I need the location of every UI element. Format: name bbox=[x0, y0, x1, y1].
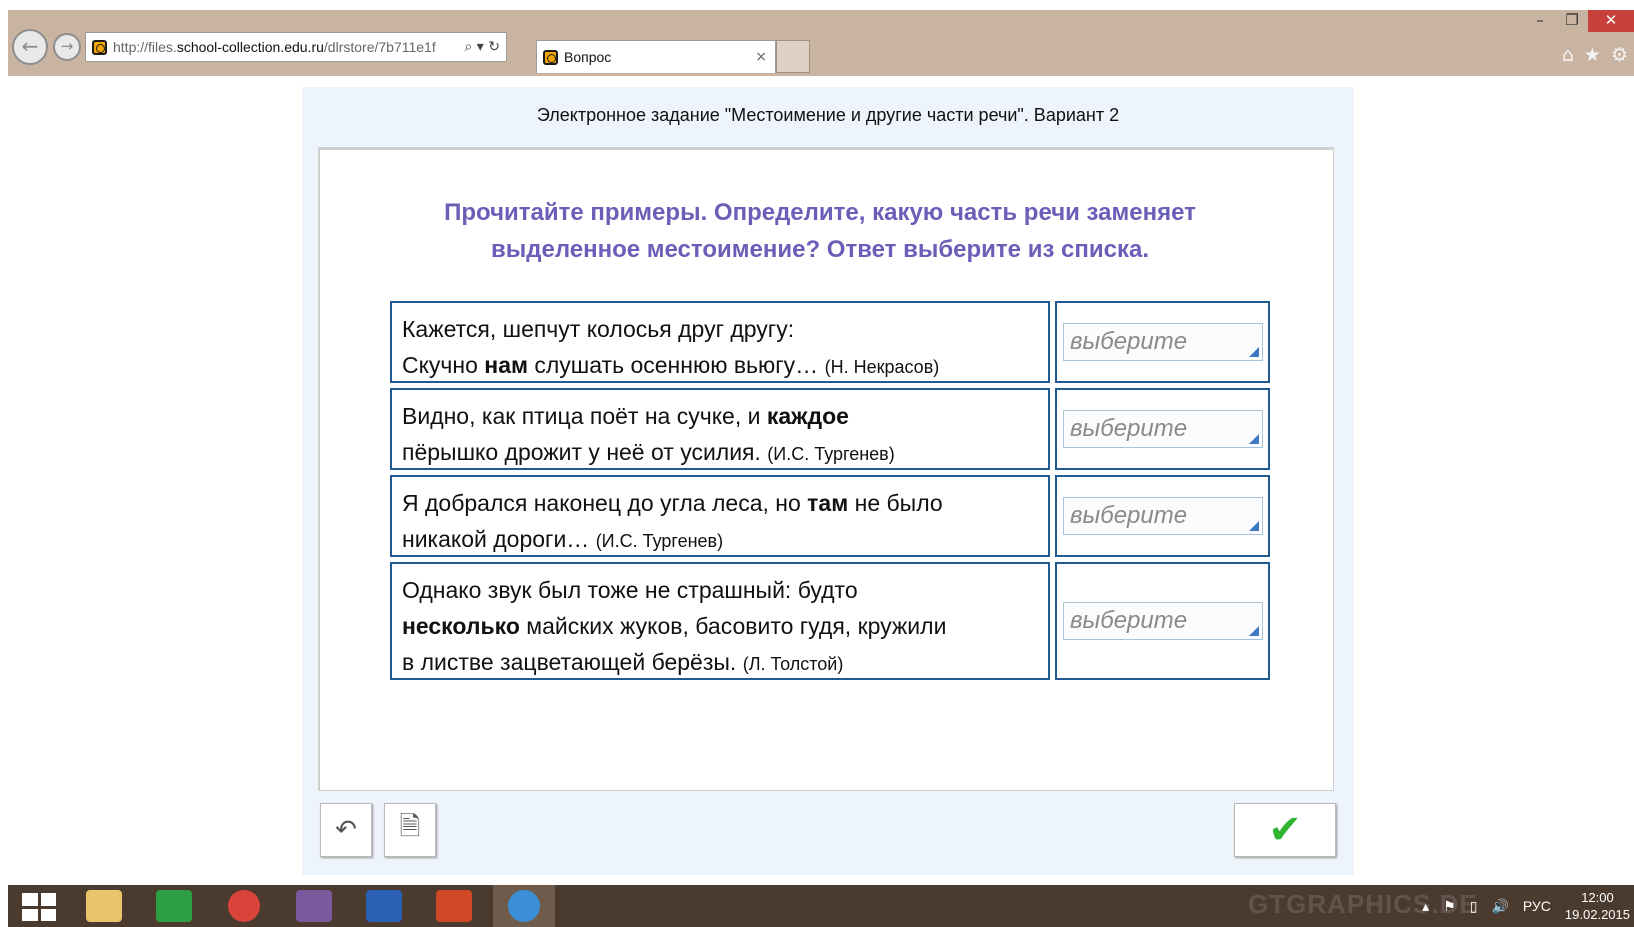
tab-close-icon[interactable]: × bbox=[755, 49, 775, 65]
site-favicon-icon bbox=[92, 39, 107, 55]
restore-icon[interactable]: ❐ bbox=[1556, 10, 1588, 32]
address-url[interactable]: http://files.school-collection.edu.ru/dl… bbox=[113, 39, 459, 55]
example-1-line-1: Кажется, шепчут колосья друг другу: bbox=[402, 316, 795, 342]
tray-arrow-icon[interactable]: ▴ bbox=[1422, 898, 1429, 915]
answer-select-1[interactable]: выберите bbox=[1063, 323, 1263, 361]
window-controls: – ❐ ✕ bbox=[1524, 10, 1634, 34]
gear-icon[interactable]: ⚙ bbox=[1611, 44, 1628, 66]
dropdown-arrow-icon bbox=[1249, 626, 1259, 636]
check-answer-button[interactable]: ✔ bbox=[1234, 803, 1336, 857]
example-2-line-2: пёрышко дрожит у неё от усилия. (И.С. Ту… bbox=[402, 439, 895, 465]
dropdown-arrow-icon bbox=[1249, 434, 1259, 444]
source-attribution: (Л. Толстой) bbox=[742, 654, 844, 674]
battery-signal-icon[interactable]: ▯ bbox=[1470, 898, 1478, 915]
forward-arrow-icon[interactable]: → bbox=[53, 33, 81, 61]
favorites-star-icon[interactable]: ★ bbox=[1584, 44, 1601, 66]
clock-time: 12:00 bbox=[1581, 890, 1614, 905]
chrome-taskbar-icon[interactable] bbox=[213, 885, 275, 927]
highlighted-pronoun: нам bbox=[484, 352, 528, 378]
language-indicator[interactable]: РУС bbox=[1523, 898, 1551, 914]
example-text-3: Я добрался наконец до угла леса, но там … bbox=[390, 475, 1050, 557]
highlighted-pronoun: каждое bbox=[766, 403, 849, 429]
address-bar[interactable]: http://files.school-collection.edu.ru/dl… bbox=[85, 32, 507, 62]
undo-button[interactable]: ↶ bbox=[320, 803, 372, 857]
powerpoint-taskbar-icon[interactable] bbox=[423, 885, 485, 927]
tab-title: Вопрос bbox=[564, 49, 612, 65]
dropdown-arrow-icon bbox=[1249, 521, 1259, 531]
task-frame: Прочитайте примеры. Определите, какую ча… bbox=[318, 147, 1334, 791]
example-text-2: Видно, как птица поёт на сучке, и каждое… bbox=[390, 388, 1050, 470]
winrar-taskbar-icon[interactable] bbox=[283, 885, 345, 927]
windows-start-icon[interactable] bbox=[22, 893, 56, 921]
instruction-line-1: Прочитайте примеры. Определите, какую ча… bbox=[444, 199, 1196, 226]
new-tab-button[interactable] bbox=[776, 40, 810, 73]
home-icon[interactable]: ⌂ bbox=[1562, 44, 1574, 66]
highlighted-pronoun: несколько bbox=[402, 613, 520, 639]
flag-icon[interactable]: ⚑ bbox=[1443, 898, 1456, 915]
back-arrow-icon[interactable]: ← bbox=[12, 29, 48, 65]
browser-tab[interactable]: Вопрос × bbox=[536, 40, 776, 73]
answer-cell-2: выберите bbox=[1055, 388, 1270, 470]
example-4-line-2: несколько майских жуков, басовито гудя, … bbox=[402, 613, 947, 639]
answer-cell-1: выберите bbox=[1055, 301, 1270, 383]
checkmark-icon: ✔ bbox=[1268, 807, 1302, 853]
document-icon: 🗎 bbox=[399, 812, 421, 842]
highlighted-pronoun: там bbox=[807, 490, 849, 516]
answer-select-3[interactable]: выберите bbox=[1063, 497, 1263, 535]
example-3-line-1: Я добрался наконец до угла леса, но там … bbox=[402, 490, 943, 516]
example-text-1: Кажется, шепчут колосья друг другу: Скуч… bbox=[390, 301, 1050, 383]
close-window-icon[interactable]: ✕ bbox=[1588, 10, 1634, 32]
example-3-line-2: никакой дороги… (И.С. Тургенев) bbox=[402, 526, 724, 552]
notes-button[interactable]: 🗎 bbox=[384, 803, 436, 857]
clock[interactable]: 12:00 19.02.2015 bbox=[1565, 889, 1630, 923]
instruction: Прочитайте примеры. Определите, какую ча… bbox=[360, 194, 1280, 268]
source-attribution: (Н. Некрасов) bbox=[824, 357, 940, 377]
store-taskbar-icon[interactable] bbox=[143, 885, 205, 927]
minimize-icon[interactable]: – bbox=[1524, 10, 1556, 32]
taskbar: GTGRAPHICS.DE ▴ ⚑ ▯ 🔊 РУС 12:00 19.02.20… bbox=[8, 885, 1634, 927]
dropdown-arrow-icon bbox=[1249, 347, 1259, 357]
source-attribution: (И.С. Тургенев) bbox=[595, 531, 724, 551]
clock-date: 19.02.2015 bbox=[1564, 907, 1630, 922]
browser-toolbar-icons: ⌂ ★ ⚙ bbox=[1562, 44, 1628, 66]
example-2-line-1: Видно, как птица поёт на сучке, и каждое bbox=[402, 403, 849, 429]
answer-cell-4: выберите bbox=[1055, 562, 1270, 680]
example-4-line-3: в листве зацветающей берёзы. (Л. Толстой… bbox=[402, 649, 844, 675]
tab-favicon-icon bbox=[543, 49, 558, 65]
page-title: Электронное задание "Местоимение и други… bbox=[536, 105, 1120, 125]
source-attribution: (И.С. Тургенев) bbox=[767, 444, 895, 464]
instruction-line-2: выделенное местоимение? Ответ выберите и… bbox=[490, 236, 1150, 263]
system-tray: ▴ ⚑ ▯ 🔊 РУС 12:00 19.02.2015 bbox=[1422, 885, 1630, 927]
search-refresh-icons[interactable]: ⌕ ▾ ↻ bbox=[459, 39, 507, 55]
answer-cell-3: выберите bbox=[1055, 475, 1270, 557]
example-1-line-2: Скучно нам слушать осеннюю вьюгу… (Н. Не… bbox=[402, 352, 940, 378]
answer-select-2[interactable]: выберите bbox=[1063, 410, 1263, 448]
exercise-panel: Электронное задание "Местоимение и други… bbox=[302, 87, 1354, 875]
example-text-4: Однако звук был тоже не страшный: будто … bbox=[390, 562, 1050, 680]
example-4-line-1: Однако звук был тоже не страшный: будто bbox=[402, 577, 858, 603]
answer-select-4[interactable]: выберите bbox=[1063, 602, 1263, 640]
volume-icon[interactable]: 🔊 bbox=[1491, 898, 1508, 915]
ie-taskbar-icon[interactable] bbox=[493, 885, 555, 927]
word-taskbar-icon[interactable] bbox=[353, 885, 415, 927]
undo-arrow-icon: ↶ bbox=[335, 815, 357, 845]
explorer-taskbar-icon[interactable] bbox=[73, 885, 135, 927]
